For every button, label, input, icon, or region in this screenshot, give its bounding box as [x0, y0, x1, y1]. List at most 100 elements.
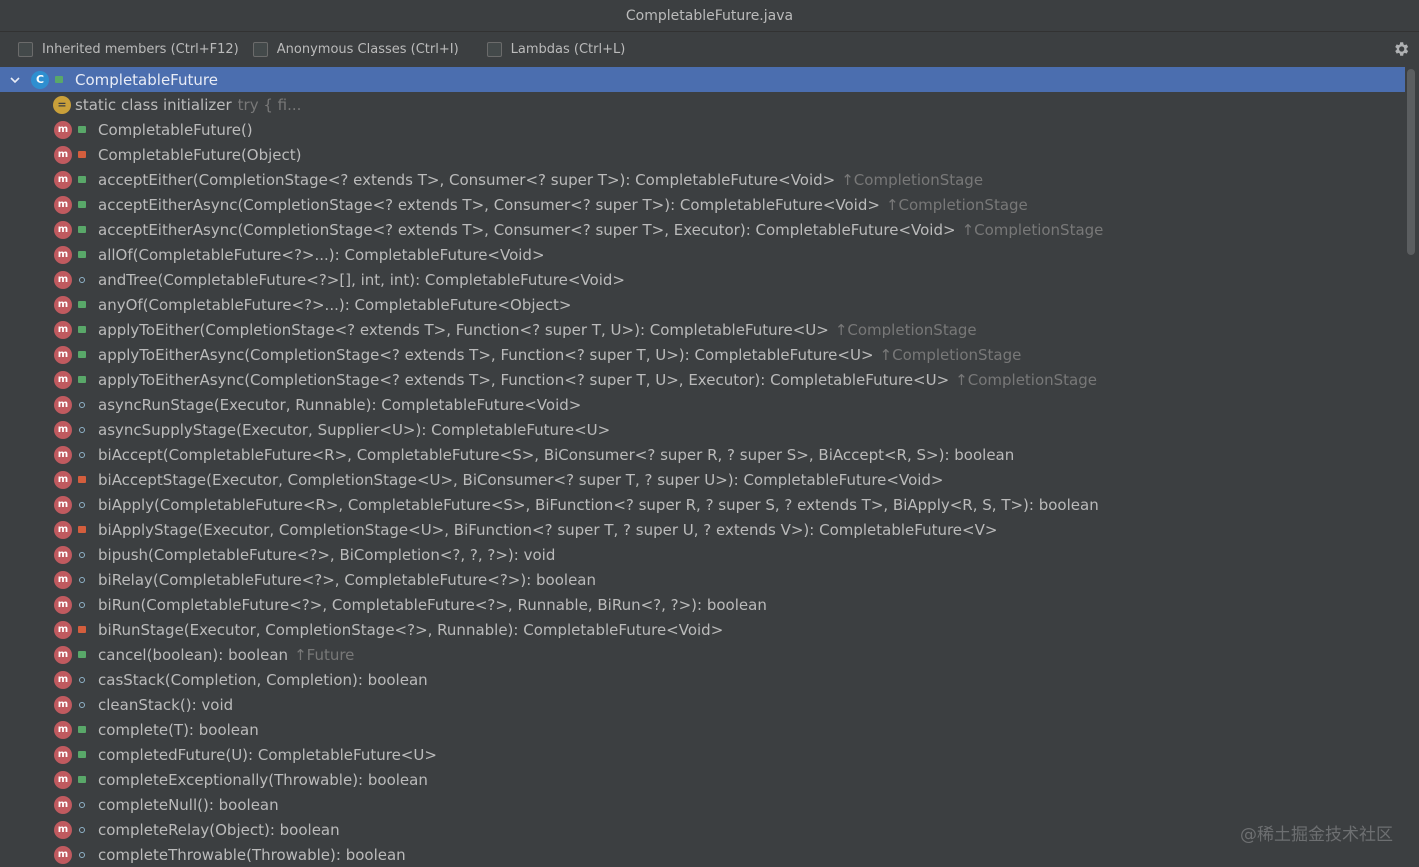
method-icon: m	[54, 520, 72, 539]
method-row[interactable]: m completedFuture(U): CompletableFuture<U…	[0, 742, 1405, 767]
package-visibility-icon	[76, 674, 88, 686]
method-signature: biApplyStage(Executor, CompletionStage<U…	[98, 520, 998, 539]
gear-icon[interactable]	[1392, 40, 1410, 58]
public-visibility-icon	[76, 324, 88, 336]
vertical-scrollbar[interactable]	[1405, 67, 1419, 867]
inherited-members-label: Inherited members (Ctrl+F12)	[42, 41, 239, 57]
method-signature: casStack(Completion, Completion): boolea…	[98, 670, 428, 689]
private-visibility-icon	[76, 474, 88, 486]
method-icon: m	[54, 745, 72, 764]
chevron-down-icon[interactable]	[9, 74, 21, 86]
public-visibility-icon	[76, 299, 88, 311]
method-signature: completeRelay(Object): boolean	[98, 820, 340, 839]
checkbox-box[interactable]	[252, 41, 268, 57]
method-row[interactable]: m biRelay(CompletableFuture<?>, Completab…	[0, 567, 1405, 592]
lambdas-checkbox[interactable]: Lambdas (Ctrl+L)	[486, 41, 625, 57]
method-signature: biRelay(CompletableFuture<?>, Completabl…	[98, 570, 597, 589]
method-signature: completeThrowable(Throwable): boolean	[98, 845, 406, 864]
window-title-bar: CompletableFuture.java	[0, 0, 1419, 32]
public-visibility-icon	[76, 124, 88, 136]
method-row[interactable]: m CompletableFuture(Object)	[0, 142, 1405, 167]
method-row[interactable]: m biRunStage(Executor, CompletionStage<?>…	[0, 617, 1405, 642]
method-row[interactable]: m bipush(CompletableFuture<?>, BiCompleti…	[0, 542, 1405, 567]
method-list: m CompletableFuture() m CompletableFuture(O…	[0, 117, 1405, 867]
method-row[interactable]: m completeRelay(Object): boolean	[0, 817, 1405, 842]
scrollbar-thumb[interactable]	[1407, 69, 1415, 255]
method-row[interactable]: m allOf(CompletableFuture<?>...): Complet…	[0, 242, 1405, 267]
method-icon: m	[54, 270, 72, 289]
method-icon: m	[54, 645, 72, 664]
method-row[interactable]: m completeNull(): boolean	[0, 792, 1405, 817]
package-visibility-icon	[76, 274, 88, 286]
method-icon: m	[54, 770, 72, 789]
method-signature: bipush(CompletableFuture<?>, BiCompletio…	[98, 545, 556, 564]
method-row[interactable]: m CompletableFuture()	[0, 117, 1405, 142]
method-icon: m	[54, 345, 72, 364]
structure-tree: C CompletableFuture = static class initi…	[0, 67, 1405, 867]
method-row[interactable]: m acceptEither(CompletionStage<? extends …	[0, 167, 1405, 192]
method-signature: anyOf(CompletableFuture<?>...): Completa…	[98, 295, 572, 314]
method-row[interactable]: m complete(T): boolean	[0, 717, 1405, 742]
package-visibility-icon	[76, 424, 88, 436]
method-row[interactable]: m biAccept(CompletableFuture<R>, Completa…	[0, 442, 1405, 467]
method-row[interactable]: m casStack(Completion, Completion): boole…	[0, 667, 1405, 692]
method-signature: biRunStage(Executor, CompletionStage<?>,…	[98, 620, 724, 639]
method-row[interactable]: m acceptEitherAsync(CompletionStage<? ext…	[0, 192, 1405, 217]
method-icon: m	[54, 495, 72, 514]
inherited-from-label: ↑CompletionStage	[961, 220, 1104, 239]
package-visibility-icon	[76, 549, 88, 561]
method-signature: allOf(CompletableFuture<?>...): Completa…	[98, 245, 545, 264]
method-row[interactable]: m completeThrowable(Throwable): boolean	[0, 842, 1405, 867]
tree-root-row[interactable]: C CompletableFuture	[0, 67, 1405, 92]
method-signature: CompletableFuture()	[98, 120, 253, 139]
tree-root-label: CompletableFuture	[75, 70, 218, 89]
method-icon: m	[54, 545, 72, 564]
method-row[interactable]: m acceptEitherAsync(CompletionStage<? ext…	[0, 217, 1405, 242]
public-visibility-icon	[76, 349, 88, 361]
method-row[interactable]: m biApplyStage(Executor, CompletionStage<…	[0, 517, 1405, 542]
method-signature: applyToEither(CompletionStage<? extends …	[98, 320, 829, 339]
package-visibility-icon	[76, 699, 88, 711]
method-row[interactable]: m andTree(CompletableFuture<?>[], int, in…	[0, 267, 1405, 292]
method-row[interactable]: m biApply(CompletableFuture<R>, Completab…	[0, 492, 1405, 517]
method-signature: biAcceptStage(Executor, CompletionStage<…	[98, 470, 944, 489]
package-visibility-icon	[76, 399, 88, 411]
inherited-from-label: ↑CompletionStage	[955, 370, 1097, 389]
inherited-members-checkbox[interactable]: Inherited members (Ctrl+F12)	[18, 41, 239, 57]
checkbox-box[interactable]	[486, 41, 502, 57]
method-row[interactable]: m applyToEitherAsync(CompletionStage<? ex…	[0, 367, 1405, 392]
method-signature: complete(T): boolean	[98, 720, 259, 739]
method-row[interactable]: m cleanStack(): void	[0, 692, 1405, 717]
package-visibility-icon	[76, 499, 88, 511]
method-icon: m	[54, 420, 72, 439]
public-visibility-icon	[76, 724, 88, 736]
checkbox-box[interactable]	[18, 41, 33, 57]
package-visibility-icon	[76, 449, 88, 461]
method-row[interactable]: m anyOf(CompletableFuture<?>...): Complet…	[0, 292, 1405, 317]
method-row[interactable]: m biRun(CompletableFuture<?>, Completable…	[0, 592, 1405, 617]
method-row[interactable]: m cancel(boolean): boolean ↑Future	[0, 642, 1405, 667]
package-visibility-icon	[76, 574, 88, 586]
method-signature: biApply(CompletableFuture<R>, Completabl…	[98, 495, 1099, 514]
method-row[interactable]: m biAcceptStage(Executor, CompletionStage…	[0, 467, 1405, 492]
method-row[interactable]: m applyToEitherAsync(CompletionStage<? ex…	[0, 342, 1405, 367]
anonymous-classes-checkbox[interactable]: Anonymous Classes (Ctrl+I)	[252, 41, 459, 57]
package-visibility-icon	[76, 824, 88, 836]
method-row[interactable]: m asyncRunStage(Executor, Runnable): Comp…	[0, 392, 1405, 417]
method-signature: biRun(CompletableFuture<?>, CompletableF…	[98, 595, 767, 614]
method-signature: acceptEitherAsync(CompletionStage<? exte…	[98, 220, 956, 239]
method-signature: applyToEitherAsync(CompletionStage<? ext…	[98, 370, 950, 389]
method-icon: m	[54, 845, 72, 864]
method-icon: m	[54, 120, 72, 139]
public-visibility-icon	[76, 249, 88, 261]
method-row[interactable]: m applyToEither(CompletionStage<? extends…	[0, 317, 1405, 342]
method-row[interactable]: m completeExceptionally(Throwable): boole…	[0, 767, 1405, 792]
method-signature: andTree(CompletableFuture<?>[], int, int…	[98, 270, 625, 289]
method-icon: m	[54, 320, 72, 339]
method-icon: m	[54, 470, 72, 489]
method-icon: m	[54, 795, 72, 814]
static-initializer-row[interactable]: = static class initializer try { fi...	[0, 92, 1405, 117]
method-icon: m	[54, 570, 72, 589]
method-row[interactable]: m asyncSupplyStage(Executor, Supplier<U>)…	[0, 417, 1405, 442]
method-icon: m	[54, 170, 72, 189]
